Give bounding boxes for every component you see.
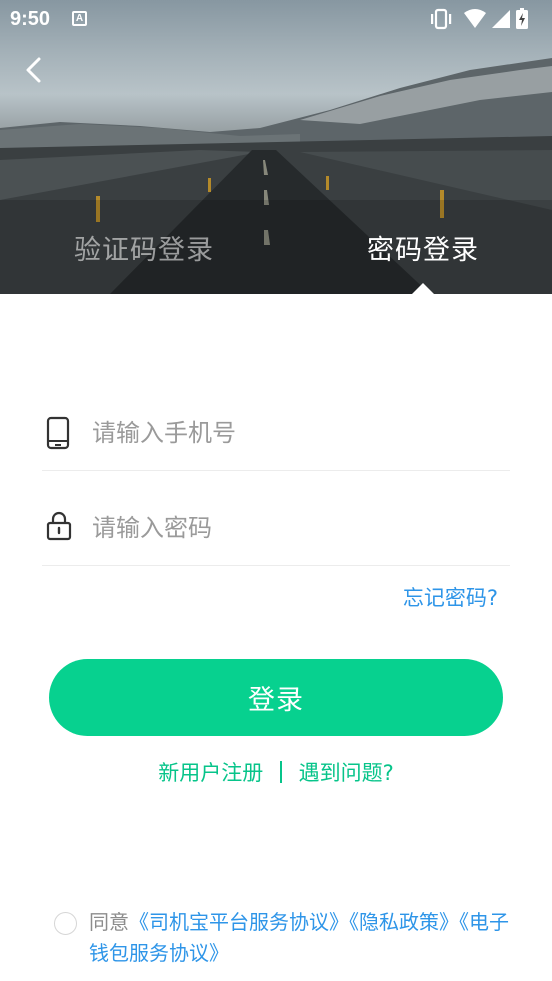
- status-bar: 9:50 A: [0, 0, 552, 38]
- password-field: [42, 470, 510, 566]
- help-link[interactable]: 遇到问题?: [299, 757, 394, 787]
- lock-icon: [46, 511, 72, 541]
- wifi-icon: [464, 9, 486, 28]
- vibrate-icon: [431, 8, 452, 30]
- back-button[interactable]: [20, 54, 50, 86]
- tab-password-login[interactable]: 密码登录: [367, 228, 479, 267]
- header-banner: 9:50 A 验证码登录 密码登录: [0, 0, 552, 294]
- active-tab-indicator: [411, 283, 435, 294]
- phone-input[interactable]: [92, 411, 492, 455]
- forgot-password-link[interactable]: 忘记密码?: [403, 582, 498, 612]
- privacy-policy-link[interactable]: 《隐私政策》: [349, 910, 459, 934]
- phone-icon: [46, 416, 70, 450]
- tab-sms-login[interactable]: 验证码登录: [74, 228, 214, 267]
- status-icons: [430, 7, 540, 31]
- agree-prefix: 同意: [89, 910, 129, 934]
- password-input[interactable]: [92, 506, 492, 550]
- chevron-left-icon: [26, 57, 41, 83]
- notification-a-icon: A: [72, 11, 87, 26]
- login-button[interactable]: 登录: [49, 659, 503, 736]
- link-divider: [279, 761, 282, 783]
- phone-field: [42, 375, 510, 471]
- register-link[interactable]: 新用户注册: [158, 757, 263, 787]
- signal-icon: [492, 10, 510, 28]
- agreement-text: 同意《司机宝平台服务协议》《隐私政策》《电子钱包服务协议》: [89, 907, 519, 969]
- agree-checkbox[interactable]: [54, 912, 77, 935]
- secondary-links: 新用户注册 遇到问题?: [0, 757, 552, 787]
- status-time: 9:50: [10, 8, 51, 30]
- service-agreement-link[interactable]: 《司机宝平台服务协议》: [129, 910, 349, 934]
- battery-icon: [516, 8, 528, 29]
